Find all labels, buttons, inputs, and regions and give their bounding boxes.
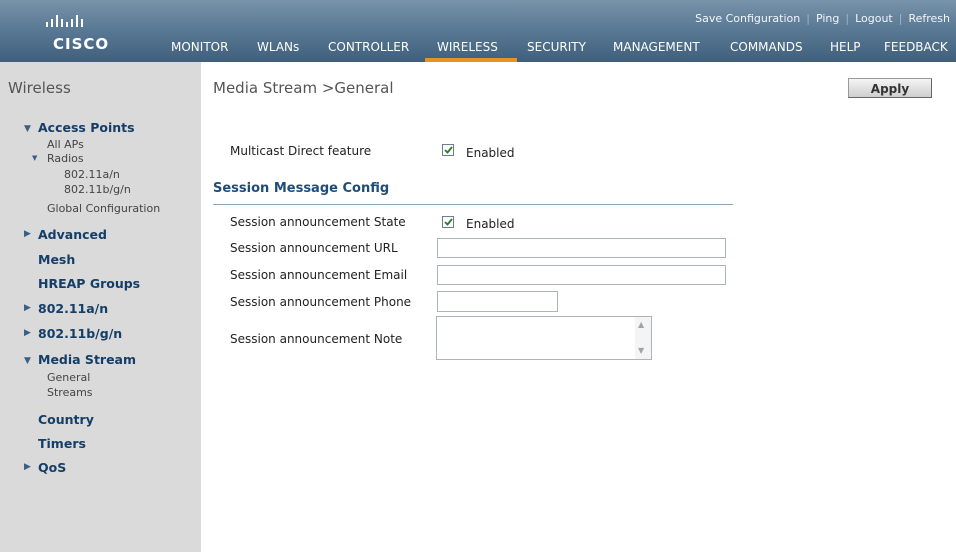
section-divider — [213, 204, 733, 205]
nav-controller[interactable]: CONTROLLER — [328, 40, 409, 54]
page-title: Media Stream >General — [213, 79, 394, 97]
sidebar-item-streams[interactable]: Streams — [47, 386, 93, 399]
nav-wlans[interactable]: WLANs — [257, 40, 299, 54]
multicast-direct-checkbox[interactable] — [442, 144, 454, 156]
sidebar-item-80211a[interactable]: 802.11a/n — [38, 301, 108, 316]
nav-commands[interactable]: COMMANDS — [730, 40, 803, 54]
ping-link[interactable]: Ping — [816, 12, 839, 25]
sidebar-item-radio-a[interactable]: 802.11a/n — [64, 168, 120, 181]
sidebar-item-timers[interactable]: Timers — [38, 436, 86, 451]
session-phone-input[interactable] — [437, 291, 558, 312]
sidebar-item-country[interactable]: Country — [38, 412, 94, 427]
scroll-down-icon[interactable]: ▼ — [638, 346, 644, 355]
section-title: Session Message Config — [213, 181, 390, 196]
expanded-arrow-icon: ▼ — [32, 154, 38, 162]
collapsed-arrow-icon: ▶ — [24, 462, 31, 472]
multicast-enabled-label: Enabled — [466, 146, 515, 160]
session-email-input[interactable] — [437, 265, 726, 285]
top-header: CISCO Save Configuration | Ping | Logout | Ref… — [0, 0, 956, 62]
top-links: Save Configuration | Ping | Logout | Refresh — [695, 12, 950, 25]
sidebar-item-radios[interactable]: Radios — [47, 152, 84, 165]
sidebar-item-radio-bg[interactable]: 802.11b/g/n — [64, 183, 131, 196]
apply-button[interactable]: Apply — [848, 78, 932, 98]
nav-help[interactable]: HELP — [830, 40, 861, 54]
sidebar-item-hreap-groups[interactable]: HREAP Groups — [38, 276, 140, 291]
collapsed-arrow-icon: ▶ — [24, 229, 31, 239]
logout-link[interactable]: Logout — [855, 12, 893, 25]
sidebar-item-all-aps[interactable]: All APs — [47, 138, 84, 151]
session-note-textarea[interactable]: ▲ ▼ — [436, 316, 652, 360]
nav-wireless[interactable]: WIRELESS — [437, 40, 498, 54]
session-note-label: Session announcement Note — [230, 332, 403, 346]
session-url-input[interactable] — [437, 238, 726, 258]
sidebar-item-global-config[interactable]: Global Configuration — [47, 202, 160, 215]
nav-monitor[interactable]: MONITOR — [171, 40, 228, 54]
collapsed-arrow-icon: ▶ — [24, 303, 31, 313]
session-state-label: Session announcement State — [230, 215, 406, 229]
check-icon — [444, 146, 453, 154]
sidebar: Wireless ▼ Access Points All APs ▼ Radio… — [0, 62, 201, 552]
refresh-link[interactable]: Refresh — [908, 12, 950, 25]
sidebar-item-advanced[interactable]: Advanced — [38, 227, 107, 242]
nav-security[interactable]: SECURITY — [527, 40, 586, 54]
session-state-checkbox[interactable] — [442, 216, 454, 228]
check-icon — [444, 218, 453, 226]
multicast-direct-label: Multicast Direct feature — [230, 144, 372, 158]
scroll-up-icon[interactable]: ▲ — [638, 320, 644, 329]
nav-management[interactable]: MANAGEMENT — [613, 40, 700, 54]
note-scrollbar[interactable]: ▲ ▼ — [635, 317, 651, 359]
sidebar-item-qos[interactable]: QoS — [38, 460, 66, 475]
expanded-arrow-icon: ▼ — [24, 124, 31, 134]
sidebar-item-mesh[interactable]: Mesh — [38, 252, 75, 267]
save-configuration-link[interactable]: Save Configuration — [695, 12, 800, 25]
session-url-label: Session announcement URL — [230, 241, 398, 255]
nav-feedback[interactable]: FEEDBACK — [884, 40, 948, 54]
cisco-logo-icon — [46, 12, 84, 34]
session-state-enabled-label: Enabled — [466, 217, 515, 231]
sidebar-item-access-points[interactable]: Access Points — [38, 120, 135, 135]
sidebar-item-80211bg[interactable]: 802.11b/g/n — [38, 326, 122, 341]
sidebar-item-media-stream[interactable]: Media Stream — [38, 352, 136, 367]
session-email-label: Session announcement Email — [230, 268, 408, 282]
session-phone-label: Session announcement Phone — [230, 295, 412, 309]
nav-active-indicator — [425, 58, 517, 62]
sidebar-item-general[interactable]: General — [47, 371, 90, 384]
collapsed-arrow-icon: ▶ — [24, 328, 31, 338]
expanded-arrow-icon: ▼ — [24, 356, 31, 366]
sidebar-title: Wireless — [8, 79, 71, 97]
